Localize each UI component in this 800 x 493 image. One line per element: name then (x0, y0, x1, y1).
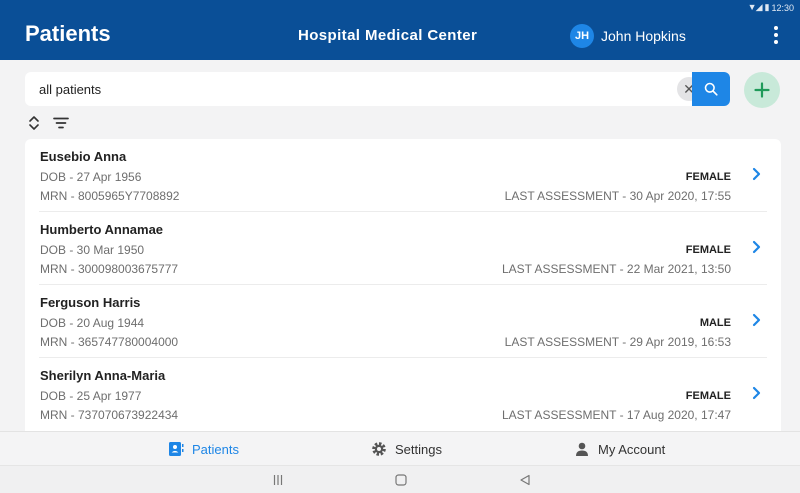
plus-icon (754, 82, 770, 98)
patients-icon (169, 442, 184, 456)
page-title: Patients (25, 21, 111, 46)
back-icon (520, 474, 530, 486)
back-button[interactable] (517, 466, 533, 493)
nav-label: My Account (598, 441, 666, 457)
user-profile[interactable]: JH John Hopkins (570, 24, 686, 48)
patient-gender: FEMALE (685, 244, 731, 256)
patient-row[interactable]: Eusebio Anna DOB - 27 Apr 1956 MRN - 800… (25, 139, 781, 212)
patient-name: Humberto Annamae (40, 222, 164, 237)
patient-row[interactable]: Sherilyn Anna-Maria DOB - 25 Apr 1977 MR… (25, 358, 781, 431)
patient-mrn: MRN - 8005965Y7708892 (40, 189, 180, 203)
recent-apps-button[interactable] (270, 466, 286, 493)
more-options-icon[interactable] (774, 26, 778, 44)
search-bar: ✕ (25, 72, 730, 106)
last-assessment: LAST ASSESSMENT - 17 Aug 2020, 17:47 (501, 408, 731, 422)
patient-name: Eusebio Anna (40, 149, 127, 164)
patient-list: Eusebio Anna DOB - 27 Apr 1956 MRN - 800… (25, 139, 781, 431)
search-icon (704, 82, 718, 96)
hospital-name: Hospital Medical Center (298, 27, 478, 44)
nav-label: Patients (192, 441, 239, 457)
gear-icon (372, 442, 386, 456)
nav-patients[interactable]: Patients (168, 432, 239, 466)
sort-icon[interactable] (28, 114, 40, 132)
status-time: 12:30 (771, 2, 794, 13)
chevron-right-icon[interactable] (752, 313, 762, 327)
patient-dob: DOB - 27 Apr 1956 (40, 170, 142, 184)
avatar: JH (570, 24, 594, 48)
nav-my-account[interactable]: My Account (574, 432, 665, 466)
filter-icon[interactable] (53, 117, 69, 129)
last-assessment: LAST ASSESSMENT - 30 Apr 2020, 17:55 (504, 189, 731, 203)
patient-row[interactable]: Ferguson Harris DOB - 20 Aug 1944 MRN - … (25, 285, 781, 358)
nav-settings[interactable]: Settings (371, 432, 442, 466)
patient-gender: FEMALE (685, 390, 731, 402)
patient-gender: FEMALE (685, 171, 731, 183)
bottom-nav: Patients Settings My Account (0, 431, 800, 465)
user-name: John Hopkins (601, 28, 686, 44)
chevron-right-icon[interactable] (752, 386, 762, 400)
patient-dob: DOB - 20 Aug 1944 (40, 316, 145, 330)
home-button[interactable] (393, 466, 409, 493)
chevron-right-icon[interactable] (752, 167, 762, 181)
nav-label: Settings (395, 441, 442, 457)
battery-icon: ▮ (764, 2, 770, 12)
last-assessment: LAST ASSESSMENT - 22 Mar 2021, 13:50 (501, 262, 731, 276)
add-patient-button[interactable] (744, 72, 780, 108)
patient-row[interactable]: Humberto Annamae DOB - 30 Mar 1950 MRN -… (25, 212, 781, 285)
patient-mrn: MRN - 365747780004000 (40, 335, 179, 349)
system-nav-bar (0, 465, 800, 493)
patient-gender: MALE (699, 317, 731, 329)
user-icon (576, 442, 588, 456)
chevron-right-icon[interactable] (752, 240, 762, 254)
patient-name: Sherilyn Anna-Maria (40, 368, 166, 383)
patient-mrn: MRN - 300098003675777 (40, 262, 179, 276)
search-button[interactable] (692, 72, 730, 106)
recent-apps-icon (273, 475, 283, 485)
patient-name: Ferguson Harris (40, 295, 141, 310)
patient-mrn: MRN - 737070673922434 (40, 408, 179, 422)
app-bar: ▼◢ ▮ 12:30 Patients Hospital Medical Cen… (0, 0, 800, 60)
status-bar: ▼◢ ▮ 12:30 (748, 2, 794, 13)
signal-icon: ▼◢ (747, 2, 763, 12)
search-input[interactable] (25, 72, 665, 106)
home-icon (395, 474, 407, 486)
patient-dob: DOB - 25 Apr 1977 (40, 389, 142, 403)
last-assessment: LAST ASSESSMENT - 29 Apr 2019, 16:53 (504, 335, 731, 349)
patient-dob: DOB - 30 Mar 1950 (40, 243, 145, 257)
